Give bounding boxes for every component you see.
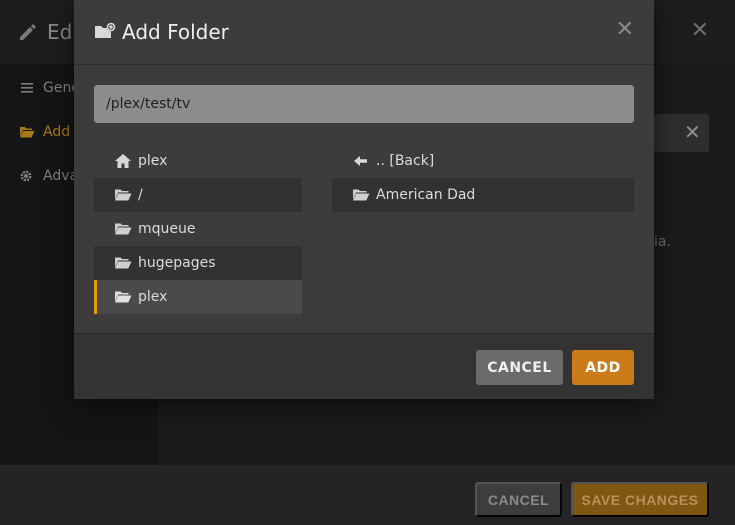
folder-open-icon — [353, 189, 370, 201]
list-item[interactable]: hugepages — [94, 246, 302, 280]
modal-header: Add Folder ✕ — [74, 0, 654, 65]
list-item[interactable]: mqueue — [94, 212, 302, 246]
folder-open-icon — [115, 257, 132, 269]
subfolder-list: .. [Back] American Dad — [332, 144, 634, 212]
folder-open-icon — [20, 127, 35, 138]
folder-plus-icon — [95, 22, 116, 38]
cancel-button[interactable]: CANCEL — [476, 350, 563, 385]
add-folder-modal: Add Folder ✕ plex / mqueue — [74, 0, 654, 399]
list-icon — [21, 83, 33, 93]
list-item-label: plex — [138, 289, 168, 305]
list-item-label: American Dad — [376, 187, 476, 203]
list-item-label: mqueue — [138, 221, 196, 237]
list-item[interactable]: plex — [94, 144, 302, 178]
save-changes-button[interactable]: SAVE CHANGES — [571, 482, 709, 517]
list-item-selected[interactable]: plex — [94, 280, 302, 314]
sidebar-item-general[interactable]: Gene — [19, 78, 80, 98]
home-icon — [115, 154, 131, 168]
sidebar-item-advanced[interactable]: Adva — [19, 166, 78, 186]
add-button[interactable]: ADD — [572, 350, 634, 385]
list-item[interactable]: American Dad — [332, 178, 634, 212]
folder-open-icon — [115, 223, 132, 235]
modal-footer — [74, 333, 654, 399]
folder-open-icon — [115, 189, 132, 201]
root-folder-list: plex / mqueue hugepages plex — [94, 144, 302, 314]
sidebar-item-label: Add — [43, 124, 71, 140]
gear-icon — [20, 170, 32, 182]
folder-open-icon — [115, 291, 132, 303]
sidebar-item-label: Adva — [43, 168, 79, 184]
modal-title: Add Folder — [122, 20, 229, 44]
list-item-back[interactable]: .. [Back] — [332, 144, 634, 178]
remove-folder-icon[interactable]: ✕ — [684, 120, 701, 144]
list-item-label: plex — [138, 153, 168, 169]
list-item-label: hugepages — [138, 255, 216, 271]
background-close-icon[interactable]: ✕ — [691, 18, 709, 43]
sidebar-item-add-folders[interactable]: Add — [19, 122, 70, 142]
arrow-left-icon — [354, 156, 367, 166]
close-icon[interactable]: ✕ — [616, 17, 634, 42]
background-hint-text: ia. — [654, 234, 671, 250]
background-cancel-button[interactable]: CANCEL — [475, 482, 562, 517]
list-item-label: .. [Back] — [376, 153, 435, 169]
list-item[interactable]: / — [94, 178, 302, 212]
folder-path-input[interactable] — [94, 85, 634, 123]
list-item-label: / — [138, 187, 143, 203]
pencil-icon — [20, 24, 36, 40]
